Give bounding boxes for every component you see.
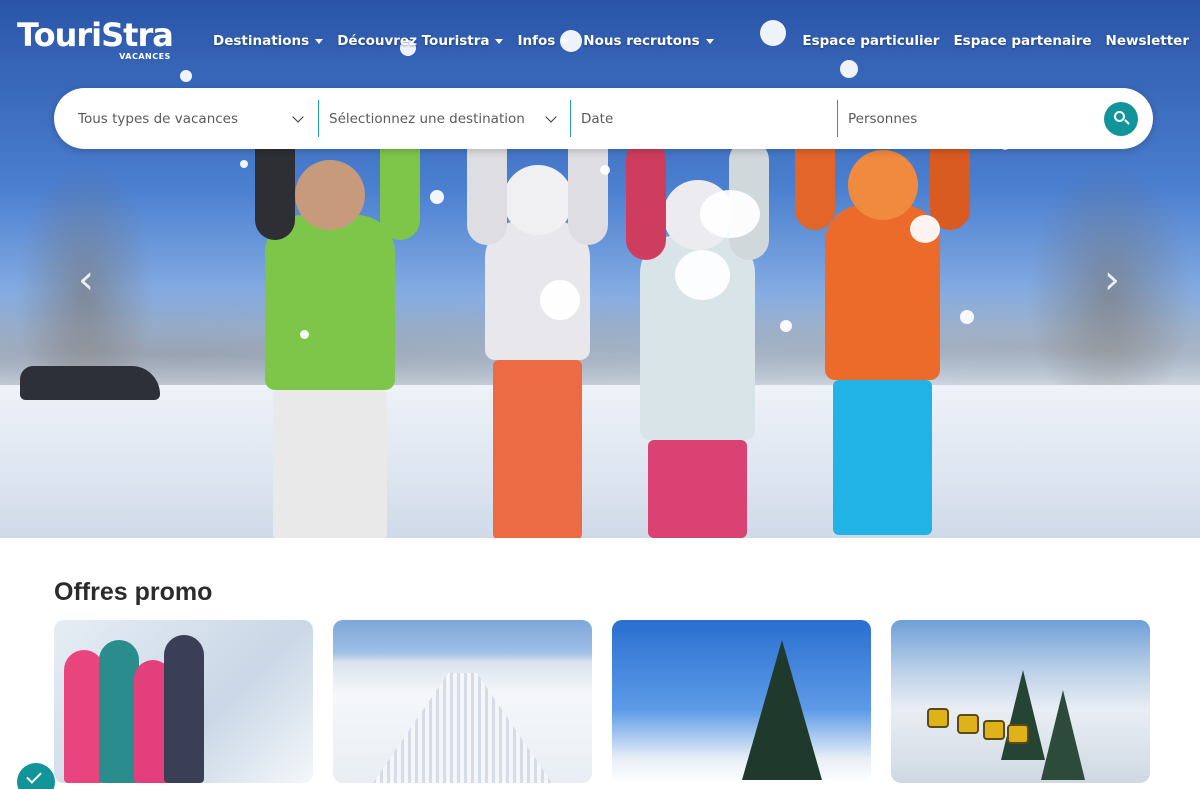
promo-cards <box>54 620 1150 783</box>
header-right-links: Espace particulier Espace partenaire New… <box>802 33 1189 49</box>
promo-card-family-ski[interactable] <box>54 620 313 783</box>
hero-child-green <box>255 120 420 538</box>
vacation-type-select[interactable]: Tous types de vacances <box>78 100 308 137</box>
promo-card-ski-jump[interactable] <box>612 620 871 783</box>
snow-particle <box>700 190 760 238</box>
chevron-down-icon <box>545 111 557 123</box>
check-icon <box>26 768 42 784</box>
hero-car <box>20 366 160 400</box>
caret-down-icon <box>561 38 570 44</box>
espace-particulier-link[interactable]: Espace particulier <box>802 33 939 49</box>
search-button[interactable] <box>1104 102 1138 136</box>
site-header: TouriStra VACANCES Destinations Découvre… <box>0 0 1200 80</box>
date-field[interactable]: Date <box>570 100 836 137</box>
touristra-logo[interactable]: TouriStra VACANCES <box>17 16 174 61</box>
main-nav: Destinations Découvrez Touristra Infos N… <box>213 33 714 49</box>
nav-destinations-label: Destinations <box>213 33 310 49</box>
snow-particle <box>430 190 444 204</box>
nav-infos-label: Infos <box>517 33 556 49</box>
date-text: Date <box>581 110 614 127</box>
destination-select[interactable]: Sélectionnez une destination <box>318 100 561 137</box>
promo-card-gondola[interactable] <box>891 620 1150 783</box>
snow-particle <box>780 320 792 332</box>
promo-section-title: Offres promo <box>54 578 213 606</box>
logo-tagline: VACANCES <box>119 52 171 61</box>
caret-down-icon <box>705 38 714 44</box>
caret-down-icon <box>495 38 504 44</box>
caret-down-icon <box>315 38 324 44</box>
chevron-left-icon[interactable]: ‹ <box>78 260 104 300</box>
newsletter-link[interactable]: Newsletter <box>1106 33 1189 49</box>
nav-decouvrez-label: Découvrez Touristra <box>337 33 490 49</box>
snow-particle <box>540 280 580 320</box>
snow-particle <box>960 310 974 324</box>
espace-partenaire-link[interactable]: Espace partenaire <box>953 33 1091 49</box>
destination-text: Sélectionnez une destination <box>329 110 525 127</box>
persons-field[interactable]: Personnes <box>837 100 1077 137</box>
nav-nous-recrutons[interactable]: Nous recrutons <box>583 33 714 49</box>
hero-snowfield <box>0 385 1200 538</box>
nav-infos[interactable]: Infos <box>517 33 570 49</box>
chevron-right-icon[interactable]: › <box>1104 260 1130 300</box>
snow-particle <box>240 160 248 168</box>
snow-particle <box>300 330 309 339</box>
cookie-consent-badge[interactable] <box>17 763 55 789</box>
chevron-down-icon <box>292 111 304 123</box>
hero-banner: ‹ › <box>0 0 1200 538</box>
promo-card-groomed-slope[interactable] <box>333 620 592 783</box>
snow-particle <box>600 165 610 175</box>
nav-destinations[interactable]: Destinations <box>213 33 324 49</box>
nav-recrutons-label: Nous recrutons <box>583 33 700 49</box>
search-bar: Tous types de vacances Sélectionnez une … <box>54 88 1153 149</box>
snow-particle <box>675 250 730 300</box>
logo-wordmark: TouriStra <box>17 16 174 54</box>
vacation-type-text: Tous types de vacances <box>78 110 239 127</box>
persons-text: Personnes <box>848 110 918 127</box>
snow-particle <box>910 215 940 243</box>
nav-decouvrez-touristra[interactable]: Découvrez Touristra <box>337 33 504 49</box>
